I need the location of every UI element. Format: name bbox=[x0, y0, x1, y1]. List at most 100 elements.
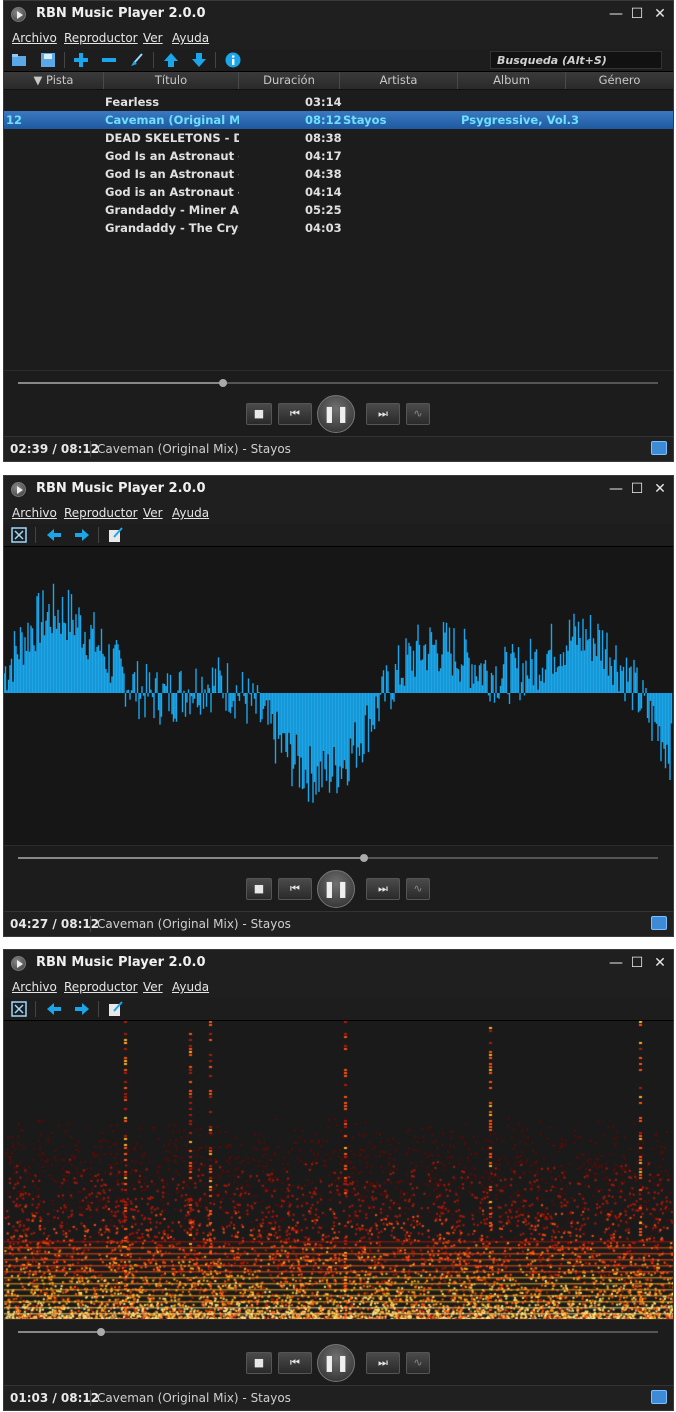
maximize-button[interactable]: ☐ bbox=[628, 480, 646, 498]
cell-duracion: 08:38 bbox=[305, 131, 342, 145]
visualizer-toggle-button[interactable]: ∿ bbox=[406, 1352, 430, 1374]
menu-ver[interactable]: Ver bbox=[143, 31, 163, 45]
fullscreen-icon[interactable] bbox=[11, 1001, 27, 1017]
menu-reproductor[interactable]: Reproductor bbox=[64, 31, 138, 45]
open-file-icon[interactable] bbox=[11, 52, 27, 68]
table-row[interactable]: Grandaddy - Miner At ... 05:25 bbox=[4, 201, 673, 219]
player-window-waveform: RBN Music Player 2.0.0 — ☐ ✕ Archivo Rep… bbox=[3, 475, 674, 937]
notification-icon[interactable] bbox=[651, 441, 667, 455]
seek-bar[interactable] bbox=[18, 379, 658, 387]
previous-button[interactable]: ⏮ bbox=[278, 878, 312, 900]
column-header-duracion[interactable]: Duración bbox=[239, 72, 340, 89]
remove-track-icon[interactable] bbox=[101, 52, 117, 68]
menu-ayuda[interactable]: Ayuda bbox=[172, 980, 209, 994]
table-row[interactable]: DEAD SKELETONS - D... 08:38 bbox=[4, 129, 673, 147]
table-row[interactable]: Grandaddy - The Cryst... 04:03 bbox=[4, 219, 673, 237]
menu-reproductor[interactable]: Reproductor bbox=[64, 980, 138, 994]
column-header-genero[interactable]: Género bbox=[566, 72, 673, 89]
stop-button[interactable]: ■ bbox=[246, 403, 272, 425]
add-track-icon[interactable] bbox=[73, 52, 89, 68]
cell-titulo: DEAD SKELETONS - D... bbox=[105, 131, 239, 145]
toolbar-divider bbox=[98, 527, 99, 543]
minimize-button[interactable]: — bbox=[607, 480, 625, 498]
close-button[interactable]: ✕ bbox=[651, 5, 669, 23]
status-bar: 04:27 / 08:12 Caveman (Original Mix) - S… bbox=[4, 911, 673, 936]
pause-button[interactable]: ❚❚ bbox=[317, 395, 355, 433]
stop-button[interactable]: ■ bbox=[246, 878, 272, 900]
seek-handle[interactable] bbox=[359, 854, 368, 862]
table-row[interactable]: Fearless 03:14 bbox=[4, 93, 673, 111]
transport-controls: ■ ⏮ ❚❚ ⏭ ∿ bbox=[4, 1319, 673, 1387]
next-visualization-icon[interactable] bbox=[74, 1001, 90, 1017]
status-divider bbox=[90, 916, 91, 932]
menu-ayuda[interactable]: Ayuda bbox=[172, 31, 209, 45]
column-header-titulo[interactable]: Título bbox=[104, 72, 239, 89]
maximize-button[interactable]: ☐ bbox=[628, 5, 646, 23]
next-button[interactable]: ⏭ bbox=[366, 403, 400, 425]
save-playlist-icon[interactable] bbox=[40, 52, 56, 68]
status-divider bbox=[90, 441, 91, 457]
menu-archivo[interactable]: Archivo bbox=[12, 506, 57, 520]
close-button[interactable]: ✕ bbox=[651, 954, 669, 972]
previous-button[interactable]: ⏮ bbox=[278, 403, 312, 425]
move-down-icon[interactable] bbox=[191, 52, 207, 68]
pause-button[interactable]: ❚❚ bbox=[317, 1344, 355, 1382]
menu-ayuda[interactable]: Ayuda bbox=[172, 506, 209, 520]
column-header-pista[interactable]: ▼ Pista bbox=[4, 72, 104, 89]
search-input[interactable]: Busqueda (Alt+S) bbox=[490, 51, 662, 69]
table-row-selected[interactable]: 12 Caveman (Original Mix) 08:12 Stayos P… bbox=[4, 111, 673, 129]
seek-handle[interactable] bbox=[97, 1328, 106, 1336]
cell-titulo: God Is an Astronaut - ... bbox=[105, 149, 239, 163]
minimize-button[interactable]: — bbox=[607, 5, 625, 23]
previous-visualization-icon[interactable] bbox=[46, 1001, 62, 1017]
column-header-album[interactable]: Album bbox=[458, 72, 566, 89]
table-row[interactable]: God is an Astronaut - ... 04:14 bbox=[4, 183, 673, 201]
time-readout: 04:27 / 08:12 bbox=[10, 917, 100, 931]
edit-settings-icon[interactable] bbox=[108, 1001, 124, 1017]
edit-settings-icon[interactable] bbox=[108, 527, 124, 543]
sort-desc-icon: ▼ bbox=[33, 73, 47, 87]
clear-playlist-icon[interactable] bbox=[129, 52, 145, 68]
move-up-icon[interactable] bbox=[163, 52, 179, 68]
visualizer-toggle-button[interactable]: ∿ bbox=[406, 878, 430, 900]
seek-progress bbox=[18, 382, 223, 384]
close-button[interactable]: ✕ bbox=[651, 480, 669, 498]
menu-archivo[interactable]: Archivo bbox=[12, 980, 57, 994]
notification-icon[interactable] bbox=[651, 916, 667, 930]
title-bar[interactable]: RBN Music Player 2.0.0 — ☐ ✕ bbox=[4, 950, 673, 978]
seek-progress bbox=[18, 1331, 102, 1333]
menu-archivo[interactable]: Archivo bbox=[12, 31, 57, 45]
seek-bar[interactable] bbox=[18, 1328, 658, 1336]
stop-button[interactable]: ■ bbox=[246, 1352, 272, 1374]
previous-visualization-icon[interactable] bbox=[46, 527, 62, 543]
column-header-artista[interactable]: Artista bbox=[340, 72, 458, 89]
title-bar[interactable]: RBN Music Player 2.0.0 — ☐ ✕ bbox=[4, 476, 673, 504]
cell-duracion: 04:38 bbox=[305, 167, 342, 181]
info-icon[interactable] bbox=[225, 52, 241, 68]
fullscreen-icon[interactable] bbox=[11, 527, 27, 543]
title-bar[interactable]: RBN Music Player 2.0.0 — ☐ ✕ bbox=[4, 1, 673, 29]
visualizer-toggle-button[interactable]: ∿ bbox=[406, 403, 430, 425]
toolbar bbox=[4, 524, 673, 547]
cell-titulo: Grandaddy - Miner At ... bbox=[105, 203, 239, 217]
table-row[interactable]: God Is an Astronaut - ... 04:17 bbox=[4, 147, 673, 165]
menu-ver[interactable]: Ver bbox=[143, 506, 163, 520]
waveform-trace bbox=[4, 583, 673, 803]
next-button[interactable]: ⏭ bbox=[366, 1352, 400, 1374]
minimize-button[interactable]: — bbox=[607, 954, 625, 972]
menu-reproductor[interactable]: Reproductor bbox=[64, 506, 138, 520]
previous-button[interactable]: ⏮ bbox=[278, 1352, 312, 1374]
seek-bar[interactable] bbox=[18, 854, 658, 862]
toolbar-divider bbox=[35, 527, 36, 543]
next-button[interactable]: ⏭ bbox=[366, 878, 400, 900]
seek-handle[interactable] bbox=[218, 379, 227, 387]
now-playing-label: Caveman (Original Mix) - Stayos bbox=[97, 442, 291, 456]
menu-bar: Archivo Reproductor Ver Ayuda bbox=[4, 978, 673, 998]
next-visualization-icon[interactable] bbox=[74, 527, 90, 543]
pause-button[interactable]: ❚❚ bbox=[317, 870, 355, 908]
notification-icon[interactable] bbox=[651, 1390, 667, 1404]
table-row[interactable]: God Is an Astronaut - ... 04:38 bbox=[4, 165, 673, 183]
menu-ver[interactable]: Ver bbox=[143, 980, 163, 994]
cell-duracion: 04:03 bbox=[305, 221, 342, 235]
maximize-button[interactable]: ☐ bbox=[628, 954, 646, 972]
